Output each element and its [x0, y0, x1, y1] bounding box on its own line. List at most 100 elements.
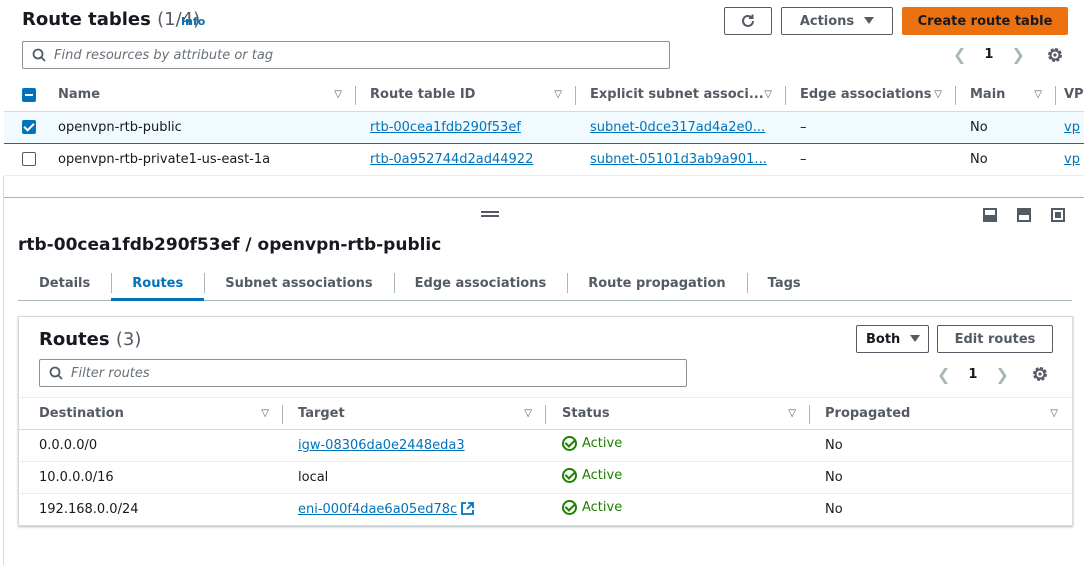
- row-checkbox[interactable]: [22, 152, 36, 166]
- search-input[interactable]: [54, 47, 628, 63]
- column-label: Status: [562, 406, 610, 421]
- column-label: VP: [1064, 87, 1084, 103]
- refresh-button[interactable]: [724, 7, 772, 35]
- drag-handle-icon[interactable]: [481, 211, 499, 217]
- panel-bottom-icon[interactable]: [983, 208, 997, 222]
- route-propagated: No: [825, 502, 843, 518]
- status-badge: Active: [562, 436, 622, 451]
- sort-caret-icon[interactable]: ▽: [1050, 408, 1058, 419]
- table-header-row: Name ▽ Route table ID ▽ Explicit subnet as…: [4, 79, 1084, 112]
- create-route-table-button[interactable]: Create route table: [902, 7, 1068, 35]
- table-row: 10.0.0.0/16 local Active No: [19, 461, 1072, 494]
- tab-route-propagation[interactable]: Route propagation: [567, 266, 746, 300]
- status-badge: Active: [562, 468, 622, 483]
- tab-routes[interactable]: Routes: [111, 266, 205, 301]
- column-header-name[interactable]: Name ▽: [44, 79, 356, 112]
- page-number[interactable]: 1: [984, 47, 993, 62]
- tab-subnet-associations[interactable]: Subnet associations: [204, 266, 393, 300]
- route-destination: 0.0.0.0/0: [19, 429, 283, 462]
- routes-count: (3): [115, 329, 142, 350]
- column-header-propagated[interactable]: Propagated ▽: [810, 397, 1072, 430]
- column-header-route-table-id[interactable]: Route table ID ▽: [356, 79, 576, 112]
- route-table-id-link[interactable]: rtb-0a952744d2ad44922: [370, 152, 533, 167]
- column-header-destination[interactable]: Destination ▽: [19, 397, 283, 430]
- sort-caret-icon[interactable]: ▽: [788, 408, 796, 419]
- sort-caret-icon[interactable]: ▽: [554, 89, 562, 100]
- detail-tabs: Details Routes Subnet associations Edge …: [18, 266, 1072, 301]
- detail-title: rtb-00cea1fdb290f53ef / openvpn-rtb-publ…: [18, 235, 442, 255]
- table-header-row: Destination ▽ Target ▽ Status ▽ Propagated ▽: [19, 397, 1072, 430]
- route-target-link[interactable]: eni-000f4dae6a05ed78c: [298, 502, 457, 517]
- split-border: [3, 176, 4, 565]
- gear-icon[interactable]: [1045, 45, 1065, 65]
- route-propagated: No: [810, 429, 1072, 462]
- actions-label: Actions: [799, 13, 855, 29]
- chevron-left-icon[interactable]: ❮: [937, 365, 950, 384]
- sort-caret-icon[interactable]: ▽: [934, 89, 942, 100]
- tab-details[interactable]: Details: [18, 266, 111, 300]
- column-header-status[interactable]: Status ▽: [546, 397, 810, 430]
- tab-edge-associations[interactable]: Edge associations: [393, 266, 568, 300]
- edit-routes-button[interactable]: Edit routes: [937, 325, 1053, 353]
- route-propagated: No: [810, 461, 1072, 494]
- route-table-id-link[interactable]: rtb-00cea1fdb290f53ef: [370, 120, 521, 135]
- column-header-explicit-subnet[interactable]: Explicit subnet associ... ▽: [576, 79, 786, 112]
- tab-tags[interactable]: Tags: [746, 266, 822, 300]
- column-label: Route table ID: [370, 87, 476, 103]
- panel-hide-icon[interactable]: [1051, 208, 1065, 222]
- panel-side-icon[interactable]: [1017, 208, 1031, 222]
- sort-caret-icon[interactable]: ▽: [1034, 89, 1042, 100]
- route-target-text: local: [283, 461, 546, 494]
- select-all-checkbox[interactable]: [22, 87, 36, 102]
- sort-caret-icon[interactable]: ▽: [764, 89, 772, 100]
- vpc-link[interactable]: vp: [1064, 120, 1080, 135]
- routes-pagination: ❮ 1 ❯: [937, 365, 1009, 384]
- chevron-right-icon[interactable]: ❯: [1011, 45, 1024, 64]
- route-filter-select[interactable]: Both: [856, 325, 929, 353]
- sort-caret-icon[interactable]: ▽: [261, 408, 269, 419]
- table-row[interactable]: openvpn-rtb-public rtb-00cea1fdb290f53ef…: [4, 110, 1084, 144]
- main-value: No: [956, 110, 1056, 144]
- route-filter-value: Both: [866, 331, 901, 347]
- gear-icon[interactable]: [1030, 364, 1050, 384]
- route-target-link[interactable]: igw-08306da0e2448eda3: [298, 438, 465, 453]
- column-label: Destination: [39, 406, 124, 421]
- actions-button[interactable]: Actions: [781, 7, 893, 35]
- external-link-icon[interactable]: [461, 502, 475, 516]
- table-row[interactable]: openvpn-rtb-private1-us-east-1a rtb-0a95…: [4, 143, 1084, 176]
- column-header-vpc[interactable]: VP: [1056, 79, 1084, 112]
- sort-caret-icon[interactable]: ▽: [524, 408, 532, 419]
- chevron-left-icon[interactable]: ❮: [953, 45, 966, 64]
- main-value: No: [956, 143, 1056, 176]
- table-row: 0.0.0.0/0 igw-08306da0e2448eda3 Active N…: [19, 429, 1072, 462]
- column-header-edge-associations[interactable]: Edge associations ▽: [786, 79, 956, 112]
- page-title: Route tables (1/4): [22, 9, 200, 30]
- find-resources-search[interactable]: [22, 41, 670, 69]
- status-check-icon: [562, 436, 577, 451]
- edge-associations-value: –: [786, 143, 956, 176]
- caret-down-icon: [864, 17, 875, 24]
- row-select-cell: [4, 143, 44, 176]
- info-link[interactable]: Info: [181, 15, 205, 28]
- vpc-link[interactable]: vp: [1064, 152, 1080, 167]
- column-header-target[interactable]: Target ▽: [283, 397, 546, 430]
- subnet-link[interactable]: subnet-05101d3ab9a901...: [590, 152, 767, 167]
- table-row: 192.168.0.0/24 eni-000f4dae6a05ed78c Act…: [19, 494, 1072, 526]
- column-label: Name: [58, 87, 101, 103]
- chevron-right-icon[interactable]: ❯: [995, 365, 1008, 384]
- column-label: Main: [970, 87, 1006, 103]
- column-label: Edge associations: [800, 87, 932, 103]
- page-number[interactable]: 1: [968, 367, 977, 382]
- filter-routes-search[interactable]: [39, 359, 687, 387]
- route-table-name: openvpn-rtb-private1-us-east-1a: [44, 143, 356, 176]
- row-checkbox[interactable]: [22, 120, 36, 134]
- route-destination: 192.168.0.0/24: [39, 502, 139, 518]
- subnet-link[interactable]: subnet-0dce317ad4a2e0...: [590, 120, 765, 135]
- edge-associations-value: –: [786, 110, 956, 144]
- routes-table: Destination ▽ Target ▽ Status ▽ Propagated ▽…: [19, 397, 1072, 526]
- sort-caret-icon[interactable]: ▽: [334, 89, 342, 100]
- column-label: Explicit subnet associ...: [590, 87, 764, 103]
- route-destination: 10.0.0.0/16: [19, 461, 283, 494]
- column-header-main[interactable]: Main ▽: [956, 79, 1056, 112]
- filter-routes-input[interactable]: [71, 365, 645, 381]
